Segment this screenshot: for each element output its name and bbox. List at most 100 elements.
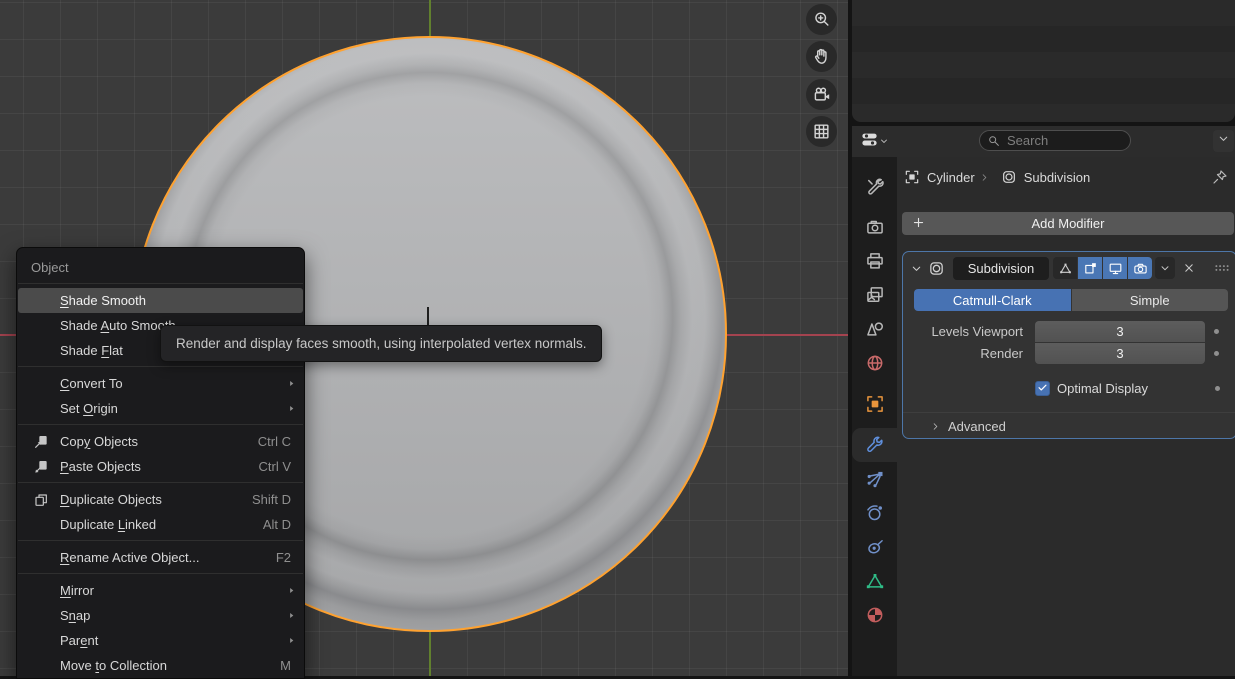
camera-icon — [812, 85, 831, 104]
properties-main: Cylinder Subdivision Add Modifier Catmul… — [897, 157, 1235, 676]
tab-material-properties[interactable] — [852, 598, 897, 632]
menu-item-shortcut: F2 — [276, 550, 291, 565]
menu-item-set-origin[interactable]: Set Origin — [18, 396, 303, 421]
breadcrumb-modifier[interactable]: Subdivision — [1024, 170, 1091, 185]
field-value-levels-viewport[interactable]: 3 — [1035, 321, 1205, 342]
tab-particles-properties[interactable] — [852, 462, 897, 496]
tab-view-layer-properties[interactable] — [852, 278, 897, 312]
pin-icon[interactable] — [1212, 169, 1228, 185]
edit-mode-display-toggle[interactable] — [1053, 257, 1077, 279]
menu-item-shortcut: Alt D — [263, 517, 291, 532]
pan-gizmo-button[interactable] — [806, 41, 837, 72]
outliner-panel[interactable] — [852, 0, 1235, 122]
properties-search[interactable] — [979, 130, 1131, 151]
hand-icon — [812, 47, 831, 66]
subsurf-modifier-icon — [1001, 169, 1017, 185]
tab-world-properties[interactable] — [852, 346, 897, 380]
menu-item-label: Shade Smooth — [60, 293, 303, 308]
menu-item-shortcut: Ctrl V — [259, 459, 292, 474]
modifier-display-toggles — [1053, 257, 1152, 279]
tab-output-properties[interactable] — [852, 244, 897, 278]
plus-icon — [911, 215, 926, 233]
decorator-dot[interactable] — [1214, 351, 1219, 356]
render-camera-icon — [1133, 261, 1148, 276]
menu-item-label: Snap — [60, 608, 286, 623]
tab-object-properties[interactable] — [852, 387, 897, 421]
menu-item-label: Rename Active Object... — [60, 550, 276, 565]
modifier-extras-button[interactable] — [1155, 257, 1175, 279]
breadcrumb: Cylinder Subdivision — [897, 165, 1235, 189]
view-layer-icon — [865, 285, 885, 305]
cage-display-toggle[interactable] — [1078, 257, 1102, 279]
tab-object-data-properties[interactable] — [852, 564, 897, 598]
menu-item-shade-smooth[interactable]: Shade Smooth — [18, 288, 303, 313]
menu-item-paste-objects[interactable]: Paste ObjectsCtrl V — [18, 454, 303, 479]
properties-tab-strip — [852, 157, 897, 676]
camera-view-gizmo-button[interactable] — [806, 79, 837, 110]
properties-header — [852, 126, 1235, 157]
context-menu-title: Object — [17, 256, 304, 280]
tab-modifiers-properties[interactable] — [852, 428, 897, 462]
object-icon — [865, 394, 885, 414]
type-option-simple[interactable]: Simple — [1072, 289, 1229, 311]
monitor-icon — [1108, 261, 1123, 276]
optimal-display-row: Optimal Display — [903, 380, 1235, 397]
search-input[interactable] — [1005, 132, 1119, 149]
advanced-subpanel-header[interactable]: Advanced — [903, 412, 1235, 439]
tab-tool-properties[interactable] — [852, 169, 897, 203]
menu-item-parent[interactable]: Parent — [18, 628, 303, 653]
menu-item-mirror[interactable]: Mirror — [18, 578, 303, 603]
physics-icon — [865, 503, 885, 523]
render-display-toggle[interactable] — [1128, 257, 1152, 279]
field-label: Levels Viewport — [903, 324, 1023, 339]
modifier-name-field[interactable] — [953, 257, 1049, 280]
add-modifier-button[interactable]: Add Modifier — [902, 212, 1234, 235]
menu-item-rename-active-object[interactable]: Rename Active Object...F2 — [18, 545, 303, 570]
submenu-arrow-icon — [286, 403, 297, 414]
menu-item-label: Parent — [60, 633, 286, 648]
menu-item-label: Paste Objects — [60, 459, 259, 474]
menu-item-shortcut: M — [280, 658, 291, 673]
menu-item-shortcut: Ctrl C — [258, 434, 291, 449]
scene-icon — [865, 319, 885, 339]
editor-type-button[interactable] — [860, 129, 889, 154]
field-row: Levels Viewport 3 — [903, 321, 1235, 342]
decorator-dot[interactable] — [1215, 386, 1220, 391]
menu-separator — [18, 482, 303, 483]
menu-item-shortcut: Shift D — [252, 492, 291, 507]
drag-handle-icon[interactable] — [1213, 259, 1231, 277]
tab-physics-properties[interactable] — [852, 496, 897, 530]
subdivision-type-toggle: Catmull-ClarkSimple — [914, 289, 1228, 311]
realtime-display-toggle[interactable] — [1103, 257, 1127, 279]
tab-scene-properties[interactable] — [852, 312, 897, 346]
shade-smooth-tooltip: Render and display faces smooth, using i… — [160, 325, 602, 362]
menu-item-copy-objects[interactable]: Copy ObjectsCtrl C — [18, 429, 303, 454]
field-value-render[interactable]: 3 — [1035, 343, 1205, 364]
grid-icon — [812, 122, 831, 141]
optimal-display-checkbox[interactable] — [1035, 381, 1050, 396]
tab-render-properties[interactable] — [852, 210, 897, 244]
menu-item-duplicate-linked[interactable]: Duplicate LinkedAlt D — [18, 512, 303, 537]
type-option-catmull-clark[interactable]: Catmull-Clark — [914, 289, 1071, 311]
menu-item-duplicate-objects[interactable]: Duplicate ObjectsShift D — [18, 487, 303, 512]
zoom-gizmo-button[interactable] — [806, 4, 837, 35]
header-options-button[interactable] — [1213, 130, 1234, 152]
breadcrumb-object[interactable]: Cylinder — [927, 170, 975, 185]
tab-group-gap — [852, 380, 897, 387]
decorator-dot[interactable] — [1214, 329, 1219, 334]
subdivision-modifier-panel: Catmull-ClarkSimple Levels Viewport3Rend… — [902, 251, 1235, 439]
properties-editor-icon — [860, 130, 879, 154]
close-icon[interactable] — [1182, 261, 1196, 275]
toggle-ortho-gizmo-button[interactable] — [806, 116, 837, 147]
right-editor-region: Cylinder Subdivision Add Modifier Catmul… — [848, 0, 1235, 676]
mesh-data-icon — [865, 571, 885, 591]
chevron-down-icon — [1217, 132, 1230, 150]
menu-item-move-to-collection[interactable]: Move to CollectionM — [18, 653, 303, 678]
tool-icon — [865, 176, 885, 196]
menu-item-convert-to[interactable]: Convert To — [18, 371, 303, 396]
advanced-label: Advanced — [948, 419, 1006, 434]
menu-item-snap[interactable]: Snap — [18, 603, 303, 628]
paste-icon — [32, 459, 50, 475]
panel-expand-chevron-icon[interactable] — [910, 262, 923, 275]
tab-constraints-properties[interactable] — [852, 530, 897, 564]
